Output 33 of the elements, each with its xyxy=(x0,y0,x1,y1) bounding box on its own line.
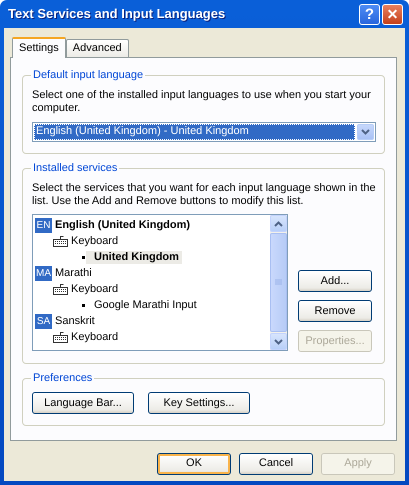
window-title: Text Services and Input Languages xyxy=(8,6,226,22)
service-item[interactable]: Google Marathi Input xyxy=(86,298,200,312)
service-type[interactable]: Keyboard xyxy=(71,330,118,344)
tab[interactable]: Advanced xyxy=(66,39,129,57)
dialog-button[interactable]: OK xyxy=(157,453,231,475)
scrollbar[interactable] xyxy=(270,215,287,350)
tab[interactable]: Settings xyxy=(12,37,66,58)
preference-button[interactable]: Language Bar... xyxy=(32,392,134,414)
language-badge: MA xyxy=(35,266,52,281)
service-type[interactable]: Keyboard xyxy=(71,234,118,248)
service-item[interactable]: United Kingdom xyxy=(86,250,182,264)
keyboard-icon xyxy=(53,236,68,247)
help-button[interactable]: ? xyxy=(359,4,380,24)
group-title: Default input language xyxy=(31,69,146,82)
service-button[interactable]: Remove xyxy=(298,300,372,322)
service-type[interactable]: Keyboard xyxy=(71,282,118,296)
language-dropdown[interactable]: English (United Kingdom) - United Kingdom xyxy=(32,122,376,142)
keyboard-icon xyxy=(53,332,68,343)
bullet-icon xyxy=(82,256,85,259)
description-text: Select one of the installed input languages to use when you start your computer. xyxy=(32,89,372,116)
language-name[interactable]: Marathi xyxy=(55,266,92,280)
language-badge: EN xyxy=(35,218,52,233)
description-text: Select the services that you want for each input language shown in the list. Use the Add and Remove buttons to modify this list. xyxy=(32,182,377,208)
close-button[interactable]: × xyxy=(382,4,403,24)
keyboard-icon xyxy=(53,284,68,295)
service-button[interactable]: Add... xyxy=(298,270,372,292)
bullet-icon xyxy=(82,304,85,307)
language-name[interactable]: Sanskrit xyxy=(55,314,95,328)
language-badge: SA xyxy=(35,314,52,329)
preference-button[interactable]: Key Settings... xyxy=(148,392,250,414)
dialog-button[interactable]: Cancel xyxy=(239,453,313,475)
language-name[interactable]: English (United Kingdom) xyxy=(55,218,190,232)
scroll-thumb[interactable] xyxy=(270,233,287,332)
